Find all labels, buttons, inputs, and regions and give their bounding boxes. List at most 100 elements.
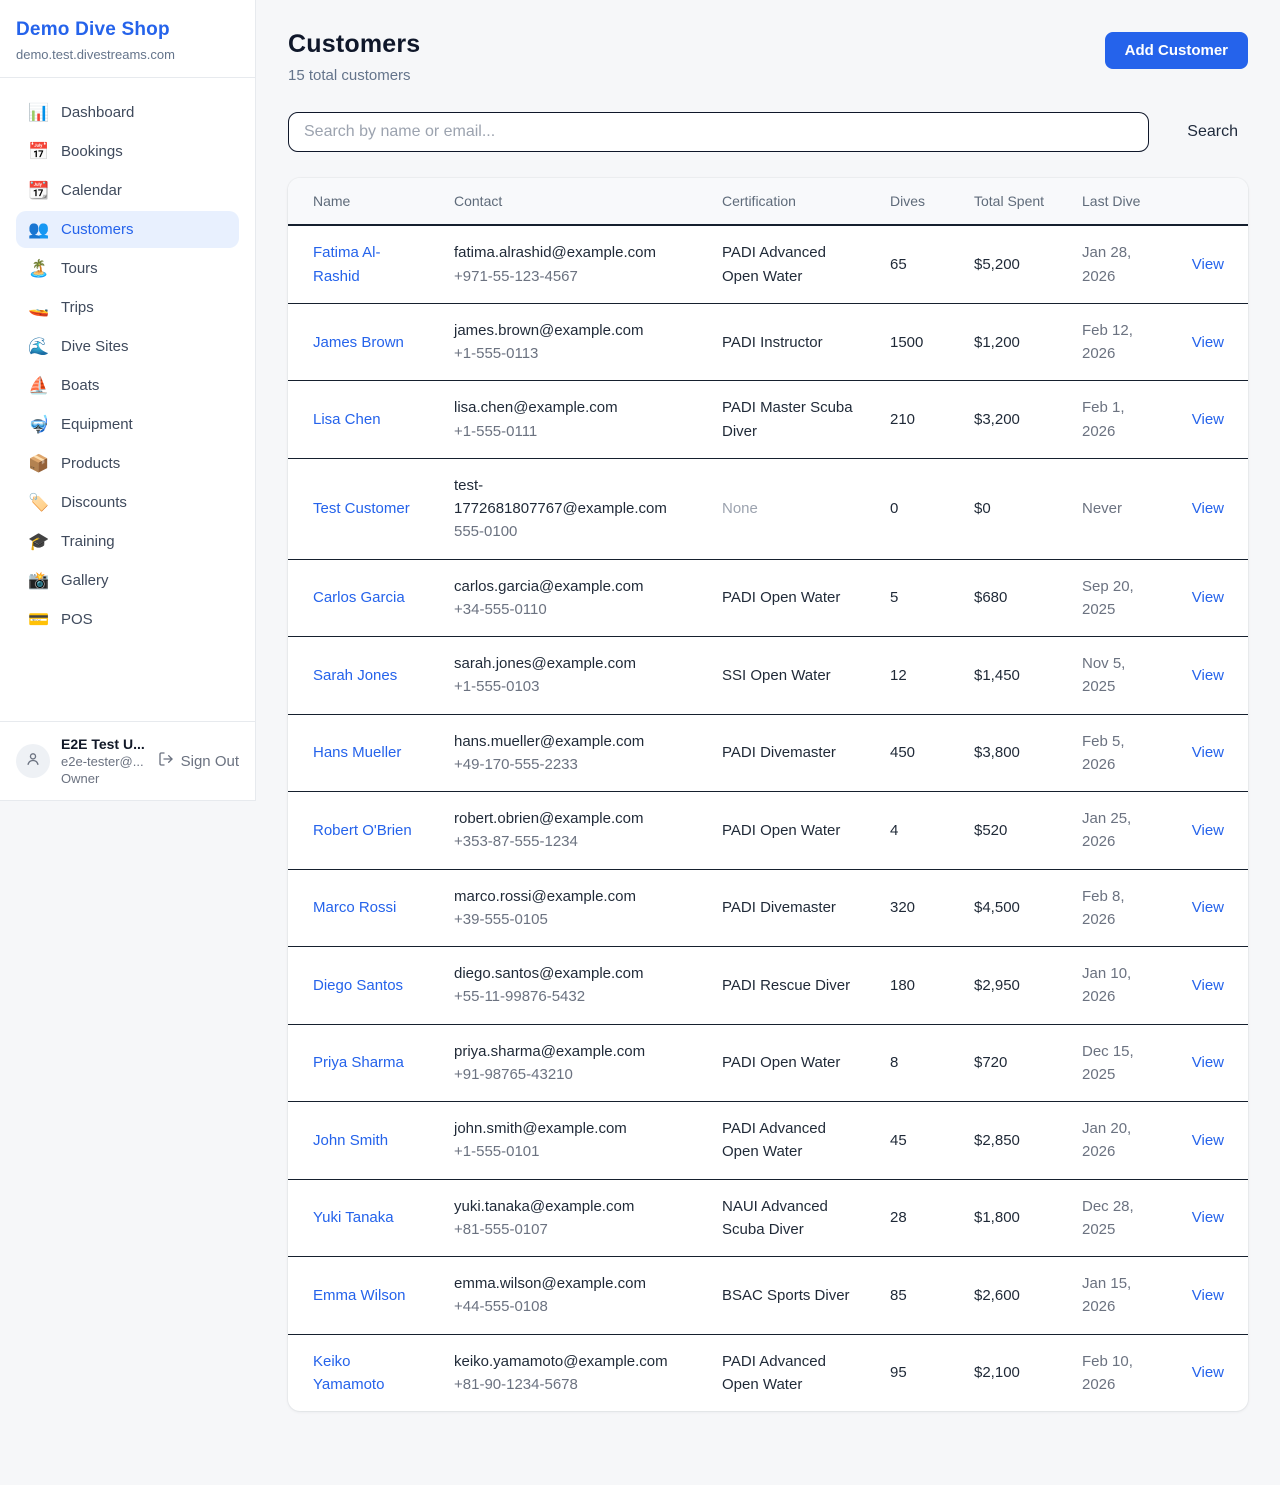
customer-name-link[interactable]: John Smith <box>313 1132 388 1149</box>
table-row: Yuki Tanaka yuki.tanaka@example.com +81-… <box>288 1179 1248 1257</box>
nav-icon: 💳 <box>28 611 48 628</box>
customer-dives: 8 <box>874 1024 958 1102</box>
customer-dives: 28 <box>874 1179 958 1257</box>
customer-name-link[interactable]: James Brown <box>313 334 404 351</box>
customer-name-link[interactable]: Robert O'Brien <box>313 822 412 839</box>
view-customer-link[interactable]: View <box>1192 977 1224 994</box>
nav-icon: 📅 <box>28 143 48 160</box>
customer-last-dive: Feb 10, 2026 <box>1066 1334 1170 1411</box>
customer-name-link[interactable]: Test Customer <box>313 500 410 517</box>
sidebar-item-equipment[interactable]: 🤿 Equipment <box>16 406 239 443</box>
table-row: Robert O'Brien robert.obrien@example.com… <box>288 792 1248 870</box>
sidebar-item-gallery[interactable]: 📸 Gallery <box>16 562 239 599</box>
view-customer-link[interactable]: View <box>1192 411 1224 428</box>
sign-out-button[interactable]: Sign Out <box>158 751 239 771</box>
customer-total-spent: $2,100 <box>958 1334 1066 1411</box>
customer-email: robert.obrien@example.com <box>454 807 690 830</box>
page-header: Customers 15 total customers Add Custome… <box>288 30 1248 84</box>
customer-email: lisa.chen@example.com <box>454 396 690 419</box>
view-customer-link[interactable]: View <box>1192 822 1224 839</box>
nav-label: Gallery <box>61 572 109 589</box>
customer-email: marco.rossi@example.com <box>454 885 690 908</box>
col-header-contact: Contact <box>438 178 706 225</box>
add-customer-button[interactable]: Add Customer <box>1105 32 1248 69</box>
view-customer-link[interactable]: View <box>1192 1054 1224 1071</box>
sidebar-item-trips[interactable]: 🚤 Trips <box>16 289 239 326</box>
main-content: Customers 15 total customers Add Custome… <box>256 0 1280 1411</box>
nav-label: Trips <box>61 299 94 316</box>
customer-total-spent: $2,600 <box>958 1257 1066 1335</box>
view-customer-link[interactable]: View <box>1192 1132 1224 1149</box>
customer-last-dive: Never <box>1066 458 1170 559</box>
customer-last-dive: Dec 28, 2025 <box>1066 1179 1170 1257</box>
table-row: James Brown james.brown@example.com +1-5… <box>288 303 1248 381</box>
customer-total-spent: $2,850 <box>958 1102 1066 1180</box>
customer-email: hans.mueller@example.com <box>454 730 690 753</box>
customer-total-spent: $5,200 <box>958 225 1066 303</box>
nav-icon: 🤿 <box>28 416 48 433</box>
sidebar-item-products[interactable]: 📦 Products <box>16 445 239 482</box>
sidebar-item-customers[interactable]: 👥 Customers <box>16 211 239 248</box>
nav-label: Calendar <box>61 182 122 199</box>
customer-name-link[interactable]: Marco Rossi <box>313 899 396 916</box>
customer-certification: PADI Open Water <box>706 792 874 870</box>
customer-name-link[interactable]: Sarah Jones <box>313 667 397 684</box>
customer-name-link[interactable]: Keiko Yamamoto <box>313 1353 384 1393</box>
customer-last-dive: Jan 15, 2026 <box>1066 1257 1170 1335</box>
nav-label: Customers <box>61 221 134 238</box>
customer-email: diego.santos@example.com <box>454 962 690 985</box>
sidebar-item-training[interactable]: 🎓 Training <box>16 523 239 560</box>
customer-name-link[interactable]: Diego Santos <box>313 977 403 994</box>
customer-dives: 65 <box>874 225 958 303</box>
view-customer-link[interactable]: View <box>1192 334 1224 351</box>
user-name: E2E Test U... <box>61 736 145 752</box>
avatar <box>16 744 50 778</box>
view-customer-link[interactable]: View <box>1192 589 1224 606</box>
customer-name-link[interactable]: Lisa Chen <box>313 411 381 428</box>
sidebar: Demo Dive Shop demo.test.divestreams.com… <box>0 0 256 801</box>
sidebar-item-tours[interactable]: 🏝️ Tours <box>16 250 239 287</box>
view-customer-link[interactable]: View <box>1192 899 1224 916</box>
customer-name-link[interactable]: Priya Sharma <box>313 1054 404 1071</box>
customer-certification: None <box>706 458 874 559</box>
customer-certification: PADI Divemaster <box>706 714 874 792</box>
sidebar-nav: 📊 Dashboard 📅 Bookings 📆 Calendar 👥 Cust… <box>0 78 255 721</box>
search-input[interactable] <box>288 112 1149 152</box>
view-customer-link[interactable]: View <box>1192 1287 1224 1304</box>
customer-email: carlos.garcia@example.com <box>454 575 690 598</box>
nav-icon: 📊 <box>28 104 48 121</box>
nav-icon: 🏝️ <box>28 260 48 277</box>
customer-name-link[interactable]: Fatima Al-Rashid <box>313 244 381 284</box>
customer-name-link[interactable]: Hans Mueller <box>313 744 401 761</box>
sidebar-item-boats[interactable]: ⛵ Boats <box>16 367 239 404</box>
col-header-actions <box>1170 178 1248 225</box>
customer-name-link[interactable]: Yuki Tanaka <box>313 1209 394 1226</box>
sidebar-item-calendar[interactable]: 📆 Calendar <box>16 172 239 209</box>
table-row: Marco Rossi marco.rossi@example.com +39-… <box>288 869 1248 947</box>
view-customer-link[interactable]: View <box>1192 1364 1224 1381</box>
sidebar-item-discounts[interactable]: 🏷️ Discounts <box>16 484 239 521</box>
customer-certification: SSI Open Water <box>706 637 874 715</box>
customer-name-link[interactable]: Carlos Garcia <box>313 589 405 606</box>
customer-phone: +49-170-555-2233 <box>454 753 690 776</box>
col-header-certification: Certification <box>706 178 874 225</box>
customer-certification: PADI Advanced Open Water <box>706 1102 874 1180</box>
view-customer-link[interactable]: View <box>1192 667 1224 684</box>
view-customer-link[interactable]: View <box>1192 500 1224 517</box>
search-button[interactable]: Search <box>1177 115 1248 149</box>
view-customer-link[interactable]: View <box>1192 1209 1224 1226</box>
nav-label: Training <box>61 533 115 550</box>
sidebar-item-dashboard[interactable]: 📊 Dashboard <box>16 94 239 131</box>
customer-last-dive: Jan 28, 2026 <box>1066 225 1170 303</box>
customer-name-link[interactable]: Emma Wilson <box>313 1287 406 1304</box>
view-customer-link[interactable]: View <box>1192 744 1224 761</box>
view-customer-link[interactable]: View <box>1192 256 1224 273</box>
sidebar-item-bookings[interactable]: 📅 Bookings <box>16 133 239 170</box>
sidebar-item-pos[interactable]: 💳 POS <box>16 601 239 638</box>
nav-label: Dive Sites <box>61 338 129 355</box>
search-row: Search <box>288 112 1248 152</box>
sidebar-item-dive-sites[interactable]: 🌊 Dive Sites <box>16 328 239 365</box>
customer-phone: +353-87-555-1234 <box>454 830 690 853</box>
nav-icon: 🌊 <box>28 338 48 355</box>
customer-phone: +1-555-0101 <box>454 1140 690 1163</box>
